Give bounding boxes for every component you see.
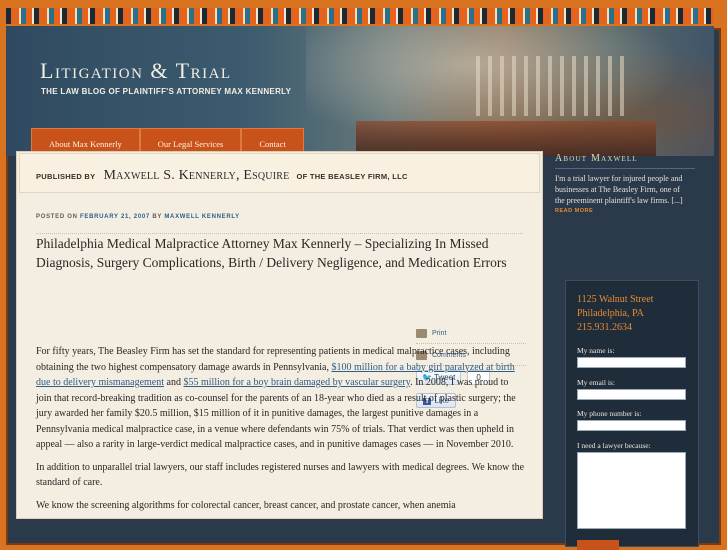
firm-address: 1125 Walnut Street Philadelphia, PA 215.… bbox=[577, 293, 653, 335]
need-textarea[interactable] bbox=[577, 452, 686, 529]
submit-button[interactable] bbox=[577, 540, 619, 550]
byline-bar: PUBLISHED BY Maxwell S. Kennerly, Esquir… bbox=[19, 153, 540, 193]
meta-by: BY bbox=[152, 214, 162, 220]
post-title[interactable]: Philadelphia Medical Malpractice Attorne… bbox=[36, 234, 511, 272]
main-content: PUBLISHED BY Maxwell S. Kennerly, Esquir… bbox=[16, 151, 543, 519]
p1-and: and bbox=[166, 377, 181, 388]
about-heading: About Maxwell bbox=[555, 153, 638, 164]
address-city: Philadelphia, PA bbox=[577, 308, 644, 319]
email-input[interactable] bbox=[577, 389, 686, 400]
paragraph-1: For fifty years, The Beasley Firm has se… bbox=[36, 344, 526, 453]
verdict-link-55m[interactable]: $55 million for a boy brain damaged by v… bbox=[183, 377, 410, 388]
sidebar-divider bbox=[555, 168, 695, 169]
byline-suffix: OF THE BEASLEY FIRM, LLC bbox=[296, 172, 408, 181]
post-date-link[interactable]: FEBRUARY 21, 2007 bbox=[80, 214, 150, 220]
about-text: I'm a trial lawyer for injured people an… bbox=[555, 174, 683, 205]
post-author-link[interactable]: MAXWELL KENNERLY bbox=[164, 214, 240, 220]
print-link[interactable]: Print bbox=[416, 324, 526, 344]
phone-label: My phone number is: bbox=[577, 409, 642, 418]
decorative-stripe bbox=[6, 8, 714, 24]
byline-name: Maxwell S. Kennerly, Esquire bbox=[103, 168, 290, 183]
post-meta: POSTED ON FEBRUARY 21, 2007 BY MAXWELL K… bbox=[36, 214, 240, 220]
site-subtitle: THE LAW BLOG OF PLAINTIFF'S ATTORNEY MAX… bbox=[41, 87, 292, 96]
print-icon bbox=[416, 329, 427, 338]
name-input[interactable] bbox=[577, 357, 686, 368]
print-label: Print bbox=[432, 330, 447, 337]
paragraph-2: In addition to unparallel trial lawyers,… bbox=[36, 461, 525, 489]
paragraph-3: We know the screening algorithms for col… bbox=[36, 499, 456, 511]
name-label: My name is: bbox=[577, 346, 615, 355]
read-more-link[interactable]: READ MORE bbox=[555, 208, 715, 214]
contact-form: 1125 Walnut Street Philadelphia, PA 215.… bbox=[565, 280, 699, 550]
byline-prefix: PUBLISHED BY bbox=[36, 172, 96, 181]
meta-prefix: POSTED ON bbox=[36, 214, 78, 220]
address-street: 1125 Walnut Street bbox=[577, 294, 654, 305]
phone-input[interactable] bbox=[577, 420, 686, 431]
email-label: My email is: bbox=[577, 378, 615, 387]
header-colonnade bbox=[476, 56, 626, 116]
need-label: I need a lawyer because: bbox=[577, 441, 651, 450]
post-body: For fifty years, The Beasley Firm has se… bbox=[36, 344, 526, 518]
site-title[interactable]: Litigation & Trial bbox=[40, 58, 232, 84]
phone-number[interactable]: 215.931.2634 bbox=[577, 321, 653, 335]
